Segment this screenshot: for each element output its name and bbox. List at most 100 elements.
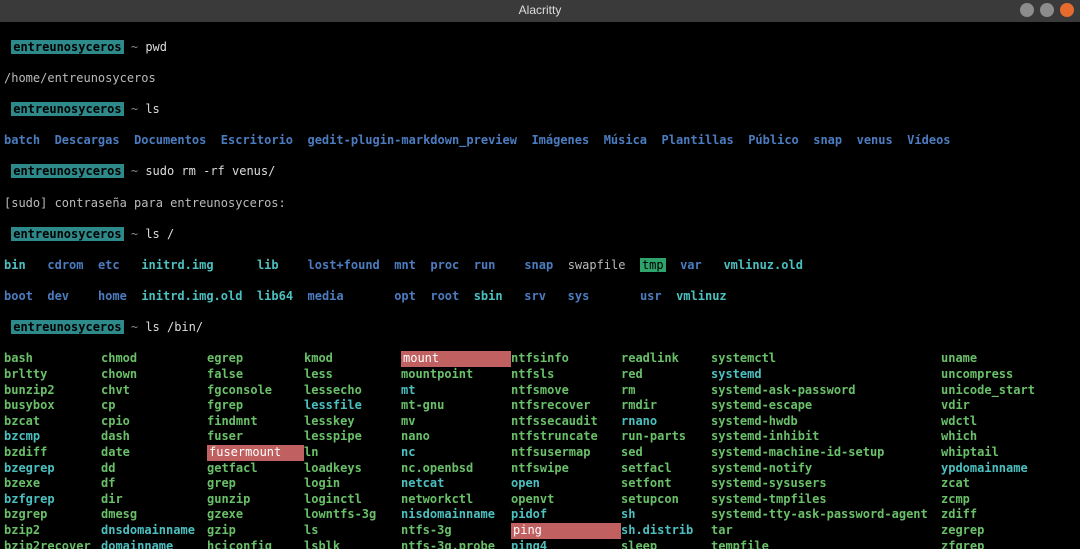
fs-item: srv: [524, 289, 546, 303]
bin-item: uncompress: [941, 367, 1061, 383]
dir-item: Vídeos: [907, 133, 950, 147]
bin-item: bzegrep: [4, 461, 101, 477]
dir-item: gedit-plugin-markdown_preview: [307, 133, 517, 147]
bin-item: bash: [4, 351, 101, 367]
fs-item: boot: [4, 289, 33, 303]
fs-item: media: [308, 289, 344, 303]
bin-item: openvt: [511, 492, 621, 508]
bin-item: gzip: [207, 523, 304, 539]
bin-item: mountpoint: [401, 367, 511, 383]
prompt-user: entreunosyceros: [11, 40, 123, 54]
fs-item: swapfile: [568, 258, 626, 272]
output-ls-root-1: bin cdrom etc initrd.img lib lost+found …: [4, 258, 1076, 274]
bin-item: chvt: [101, 383, 207, 399]
window-title: Alacritty: [519, 3, 562, 19]
bin-item: mt: [401, 383, 511, 399]
bin-item: bzcat: [4, 414, 101, 430]
bin-item: systemd-escape: [711, 398, 941, 414]
bin-item: systemd: [711, 367, 941, 383]
bin-item: gzexe: [207, 507, 304, 523]
bin-item: setfacl: [621, 461, 711, 477]
bin-item: bzexe: [4, 476, 101, 492]
bin-item: nc.openbsd: [401, 461, 511, 477]
cmd-ls: ls: [145, 102, 159, 116]
bin-item: sh.distrib: [621, 523, 711, 539]
dir-item: Imágenes: [531, 133, 589, 147]
bin-item: fgconsole: [207, 383, 304, 399]
bin-item: login: [304, 476, 401, 492]
bin-item: unicode_start: [941, 383, 1061, 399]
bin-item: mv: [401, 414, 511, 430]
bin-item: getfacl: [207, 461, 304, 477]
fs-item: lib: [257, 258, 279, 272]
fs-item: vmlinuz.old: [723, 258, 802, 272]
bin-item: run-parts: [621, 429, 711, 445]
close-icon[interactable]: [1060, 3, 1074, 17]
bin-item: fusermount: [207, 445, 304, 461]
bin-item: systemd-tty-ask-password-agent: [711, 507, 941, 523]
prompt-line: entreunosyceros ~ ls: [4, 102, 1076, 118]
bin-item: ntfssecaudit: [511, 414, 621, 430]
bin-item: which: [941, 429, 1061, 445]
bin-item: sleep: [621, 539, 711, 549]
bin-item: systemd-tmpfiles: [711, 492, 941, 508]
bin-item: systemd-hwdb: [711, 414, 941, 430]
bin-item: ntfstruncate: [511, 429, 621, 445]
bin-item: chmod: [101, 351, 207, 367]
minimize-icon[interactable]: [1020, 3, 1034, 17]
bin-item: tar: [711, 523, 941, 539]
bin-item: bzip2recover: [4, 539, 101, 549]
bin-item: nisdomainname: [401, 507, 511, 523]
window-controls: [1020, 3, 1074, 17]
dir-item: snap: [813, 133, 842, 147]
bin-item: false: [207, 367, 304, 383]
bin-item: systemd-inhibit: [711, 429, 941, 445]
bin-item: grep: [207, 476, 304, 492]
maximize-icon[interactable]: [1040, 3, 1054, 17]
fs-item: tmp: [640, 258, 666, 272]
bin-item: lessfile: [304, 398, 401, 414]
bin-item: zdiff: [941, 507, 1061, 523]
dir-item: Plantillas: [662, 133, 734, 147]
bin-item: sh: [621, 507, 711, 523]
bin-item: setupcon: [621, 492, 711, 508]
bin-item: zcmp: [941, 492, 1061, 508]
bin-item: ntfsls: [511, 367, 621, 383]
bin-item: systemd-sysusers: [711, 476, 941, 492]
bin-item: loadkeys: [304, 461, 401, 477]
bin-item: mt-gnu: [401, 398, 511, 414]
bin-item: lesspipe: [304, 429, 401, 445]
bin-item: egrep: [207, 351, 304, 367]
output-ls-home: batch Descargas Documentos Escritorio ge…: [4, 133, 1076, 149]
fs-item: cdrom: [47, 258, 83, 272]
fs-item: vmlinuz: [676, 289, 727, 303]
fs-item: initrd.img.old: [141, 289, 242, 303]
bin-item: ping: [511, 523, 621, 539]
bin-item: netcat: [401, 476, 511, 492]
bin-item: zfgrep: [941, 539, 1061, 549]
fs-item: root: [430, 289, 459, 303]
output-ls-root-2: boot dev home initrd.img.old lib64 media…: [4, 289, 1076, 305]
fs-item: lib64: [257, 289, 293, 303]
bin-item: chown: [101, 367, 207, 383]
bin-item: lsblk: [304, 539, 401, 549]
bin-item: ping4: [511, 539, 621, 549]
bin-item: ntfsusermap: [511, 445, 621, 461]
bin-item: kmod: [304, 351, 401, 367]
bin-item: ntfsrecover: [511, 398, 621, 414]
bin-item: ntfs-3g: [401, 523, 511, 539]
bin-item: systemctl: [711, 351, 941, 367]
dir-item: Escritorio: [221, 133, 293, 147]
bin-item: nano: [401, 429, 511, 445]
bin-item: less: [304, 367, 401, 383]
bin-item: zegrep: [941, 523, 1061, 539]
terminal[interactable]: entreunosyceros ~ pwd /home/entreunosyce…: [0, 22, 1080, 549]
dir-item: Público: [748, 133, 799, 147]
dir-item: Documentos: [134, 133, 206, 147]
bin-item: ls: [304, 523, 401, 539]
bin-item: networkctl: [401, 492, 511, 508]
bin-item: systemd-ask-password: [711, 383, 941, 399]
bin-item: lesskey: [304, 414, 401, 430]
bin-item: domainname: [101, 539, 207, 549]
bin-item: busybox: [4, 398, 101, 414]
